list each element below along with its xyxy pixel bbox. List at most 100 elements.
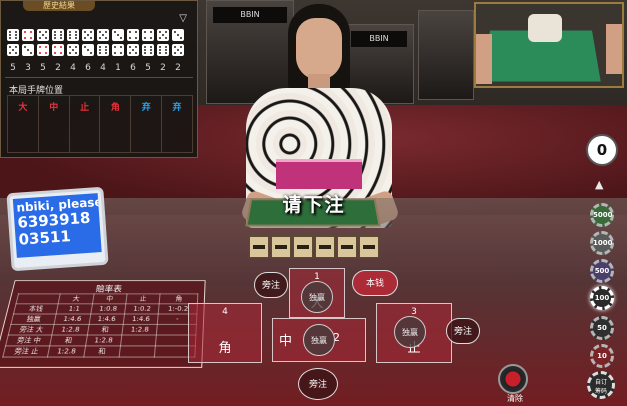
domino-tile xyxy=(271,236,291,258)
die-face-icon xyxy=(22,44,34,56)
payout-cell: 旁注 止 xyxy=(2,345,50,358)
payout-header-cell: 大 xyxy=(58,293,94,304)
payout-header-cell xyxy=(16,293,61,304)
payout-cell: 1:0.8 xyxy=(90,303,126,314)
die-face-icon xyxy=(67,29,79,41)
custom-chip-label: 筹码 xyxy=(594,388,607,395)
dealer-face xyxy=(296,18,342,80)
payout-cell: 1:2.8 xyxy=(85,335,122,346)
player-name-screen-display: nbiki, please 6393918 03511 xyxy=(12,193,102,258)
payout-grid: 大中止角本钱 1:1 1:0.8 1:0.2 1:-0.2 独赢 1:4.6 1:4.6 1:4… xyxy=(2,293,198,358)
payout-cell: 1:4.6 xyxy=(123,313,159,325)
hand-position-label: 止 xyxy=(80,103,90,113)
die-face-icon xyxy=(97,29,109,41)
payout-cell: 1:4.6 xyxy=(54,313,91,325)
win-only-badge[interactable]: 独赢 xyxy=(394,316,426,348)
chip-100-button[interactable]: 100 xyxy=(590,286,614,310)
domino-tile xyxy=(249,236,269,258)
zone-number: 2 xyxy=(333,331,340,344)
payout-table: 賠率表 大中止角本钱 1:1 1:0.8 1:0.2 1:-0.2 独赢 1:4.6 1:4.… xyxy=(0,280,206,368)
die-face-icon xyxy=(52,44,64,56)
hand-position-label: 大 xyxy=(18,103,28,113)
side-bet-button[interactable]: 旁注 xyxy=(298,368,338,400)
capital-bet-button[interactable]: 本钱 xyxy=(352,270,398,296)
clear-bets-label: 清除 xyxy=(507,394,523,403)
payout-row: 本钱 1:1 1:0.8 1:0.2 1:-0.2 xyxy=(13,303,198,314)
history-number: 5 xyxy=(10,63,16,73)
history-number: 4 xyxy=(100,63,106,73)
zone-label: 角 xyxy=(218,341,232,356)
payout-cell: 和 xyxy=(49,335,87,346)
dice-pair xyxy=(112,29,124,56)
die-face-icon xyxy=(142,44,154,56)
die-face-icon xyxy=(157,29,169,41)
hand-position-label: 弃 xyxy=(172,103,182,113)
die-face-icon xyxy=(82,29,94,41)
history-number: 5 xyxy=(145,63,151,73)
number-history-row: 535246416522 xyxy=(7,63,184,73)
payout-cell: 1:1 xyxy=(56,303,93,314)
die-face-icon xyxy=(22,29,34,41)
chip-10-button[interactable]: 10 xyxy=(590,344,614,368)
collapse-caret-icon[interactable]: ▽ xyxy=(179,13,187,24)
history-number: 4 xyxy=(70,63,76,73)
history-number: 1 xyxy=(115,63,121,73)
name-line: 03511 xyxy=(18,227,72,249)
hand-position-column: 大 xyxy=(8,96,39,152)
scroll-up-arrow-icon[interactable]: ▲ xyxy=(595,178,603,191)
camera-hand-right xyxy=(606,24,622,74)
chip-5000-button[interactable]: 5000 xyxy=(590,203,614,227)
payout-cell: 1:2.8 xyxy=(121,324,158,336)
die-face-icon xyxy=(37,29,49,41)
domino-tile xyxy=(337,236,357,258)
game-stage: BBIN BBIN 请下注 歷史結果 ▽ 535246416522 本局手牌位置… xyxy=(0,0,627,406)
custom-chip-button[interactable]: 自订 筹码 xyxy=(587,371,615,399)
dice-pair xyxy=(37,29,49,56)
die-face-icon xyxy=(172,29,184,41)
camera-dice-cup xyxy=(528,14,562,42)
hand-position-label: 弃 xyxy=(141,103,151,113)
player-name-screen: nbiki, please 6393918 03511 xyxy=(6,186,109,272)
hand-position-grid: 大中止角弃弃 xyxy=(7,95,193,153)
win-only-badge[interactable]: 独赢 xyxy=(303,324,335,356)
payout-header-row: 大中止角 xyxy=(16,293,198,304)
side-bet-button[interactable]: 旁注 xyxy=(446,318,480,344)
history-number: 5 xyxy=(40,63,46,73)
dice-pair xyxy=(22,29,34,56)
domino-tile xyxy=(359,236,379,258)
dice-pair xyxy=(172,29,184,56)
payout-cell xyxy=(120,335,157,346)
payout-header-cell: 止 xyxy=(125,293,161,304)
payout-cell: 1:2.8 xyxy=(47,345,86,358)
hand-position-label: 中 xyxy=(49,103,59,113)
dice-pair xyxy=(127,29,139,56)
dice-pair xyxy=(52,29,64,56)
chip-1000-button[interactable]: 1000 xyxy=(590,231,614,255)
die-face-icon xyxy=(127,29,139,41)
hand-position-column: 止 xyxy=(70,96,101,152)
history-number: 6 xyxy=(85,63,91,73)
payout-cell: 1:4.6 xyxy=(88,313,125,325)
custom-chip-label: 自订 xyxy=(594,379,607,386)
die-face-icon xyxy=(172,44,184,56)
bet-zone-4[interactable]: 4 角 xyxy=(188,303,262,363)
results-panel: 歷史結果 ▽ 535246416522 本局手牌位置 大中止角弃弃 xyxy=(0,0,198,158)
clear-bets-button[interactable] xyxy=(498,364,528,394)
side-bet-button[interactable]: 旁注 xyxy=(254,272,288,298)
hand-position-label: 角 xyxy=(110,103,120,113)
win-only-badge[interactable]: 独赢 xyxy=(301,281,333,313)
divider xyxy=(5,77,193,78)
live-camera-view xyxy=(474,2,624,88)
payout-row: 旁注 止 1:2.8 和 xyxy=(2,345,196,358)
chip-50-button[interactable]: 50 xyxy=(590,316,614,340)
background-machine xyxy=(418,10,474,100)
payout-cell: 1:2.8 xyxy=(51,324,89,336)
history-number: 6 xyxy=(130,63,136,73)
hand-position-column: 角 xyxy=(100,96,132,152)
payout-cell: 独赢 xyxy=(10,313,57,325)
payout-cell: 1:0.2 xyxy=(124,303,160,314)
chip-500-button[interactable]: 500 xyxy=(590,259,614,283)
history-number: 3 xyxy=(25,63,31,73)
payout-cell: 和 xyxy=(86,324,124,336)
history-number: 2 xyxy=(175,63,181,73)
